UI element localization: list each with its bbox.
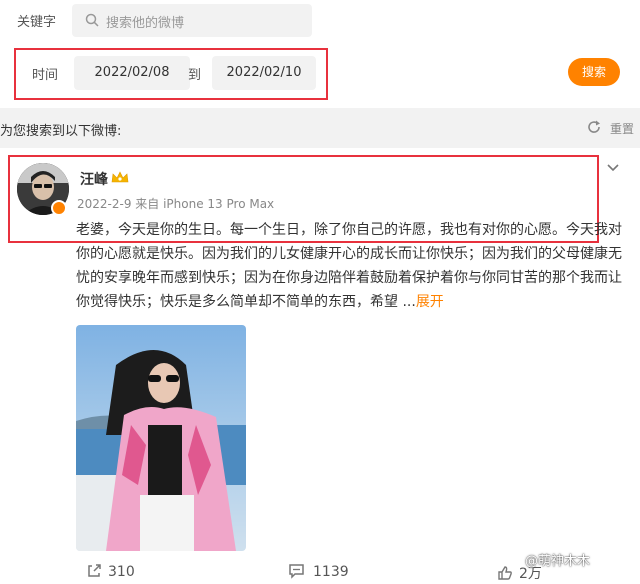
results-message: 为您搜索到以下微博: — [0, 124, 122, 139]
search-button[interactable]: 搜索 — [568, 58, 620, 86]
keyword-label: 关键字 — [17, 15, 57, 30]
chevron-down-icon[interactable] — [606, 162, 620, 172]
end-date-field[interactable]: 2022/02/10 — [212, 56, 316, 90]
refresh-icon[interactable] — [586, 119, 602, 135]
reset-button[interactable]: 重置 — [610, 120, 634, 137]
to-label: 到 — [188, 68, 202, 83]
search-input[interactable]: 搜索他的微博 — [72, 4, 312, 37]
post-text: 老婆，今天是你的生日。每一个生日，除了你自己的许愿，我也有对你的心愿。今天我对你… — [76, 218, 628, 314]
start-date-field[interactable]: 2022/02/08 — [74, 56, 190, 90]
forward-button[interactable]: 310 — [86, 563, 135, 580]
search-icon — [85, 13, 99, 27]
comment-count: 1139 — [313, 564, 349, 580]
results-bar: 为您搜索到以下微博: 重置 — [0, 108, 640, 148]
forward-count: 310 — [108, 564, 135, 580]
comment-button[interactable]: 1139 — [288, 563, 349, 580]
expand-link[interactable]: 展开 — [416, 294, 444, 310]
share-icon — [88, 564, 101, 577]
thumbs-up-icon — [498, 566, 512, 580]
post-image[interactable] — [76, 325, 246, 551]
search-placeholder: 搜索他的微博 — [106, 16, 185, 31]
post-body: 老婆，今天是你的生日。每一个生日，除了你自己的许愿，我也有对你的心愿。今天我对你… — [76, 222, 622, 310]
comment-icon — [289, 564, 304, 579]
time-label: 时间 — [32, 68, 59, 83]
watermark: @萌神木木 — [525, 554, 591, 569]
time-filter: 时间 2022/02/08 到 2022/02/10 — [14, 48, 328, 100]
